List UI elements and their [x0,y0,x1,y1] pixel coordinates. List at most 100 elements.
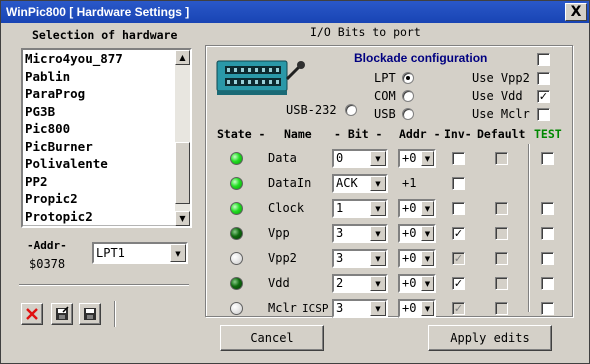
cancel-button[interactable]: Cancel [220,325,324,351]
inv-checkbox: ✓ [452,252,465,265]
bit-select[interactable]: 2 ▼ [332,274,388,293]
left-divider [19,284,189,286]
bit-select-value: 3 [336,251,344,265]
addr-select[interactable]: +0 ▼ [398,224,436,243]
addr-select-value: +0 [402,201,417,215]
chevron-down-icon[interactable]: ▼ [370,251,386,266]
bit-select[interactable]: 3 ▼ [332,299,388,318]
chevron-down-icon[interactable]: ▼ [370,151,386,166]
save-button[interactable] [79,303,101,325]
port-select[interactable]: LPT1 ▼ [92,242,188,264]
chevron-down-icon[interactable]: ▼ [421,301,434,316]
blockade-checkbox[interactable] [537,53,550,66]
hardware-selection-label: Selection of hardware [32,28,178,42]
hardware-list-item[interactable]: Propic2 [23,190,175,208]
chevron-down-icon[interactable]: ▼ [421,201,434,216]
default-checkbox [495,277,508,290]
inv-header: Inv- [444,127,472,141]
name-header: Name [284,127,312,141]
interface-radio-com[interactable] [402,90,414,102]
hardware-list-item[interactable]: Polivalente [23,155,175,173]
chevron-down-icon[interactable]: ▼ [370,301,386,316]
addr-select[interactable]: +0 ▼ [398,299,436,318]
bit-select[interactable]: 3 ▼ [332,249,388,268]
use-option-checkbox[interactable]: ✓ [537,90,550,103]
inv-checkbox[interactable] [452,202,465,215]
state-led-icon [230,202,243,215]
hardware-list-item[interactable]: ParaProg [23,85,175,103]
test-checkbox[interactable] [541,202,554,215]
addr-static-value: +1 [402,176,417,190]
test-checkbox[interactable] [541,227,554,240]
bit-select-value: 3 [336,226,344,240]
chevron-down-icon[interactable]: ▼ [421,226,434,241]
inv-checkbox[interactable]: ✓ [452,277,465,290]
use-option-checkbox[interactable] [537,72,550,85]
state-led-icon [230,302,243,315]
bit-select[interactable]: 1 ▼ [332,199,388,218]
addr-select[interactable]: +0 ▼ [398,249,436,268]
hardware-list-item[interactable]: PP2 [23,173,175,191]
addr-select[interactable]: +0 ▼ [398,274,436,293]
hardware-list-item[interactable]: Protopic2 [23,208,175,226]
pin-name: Vpp [268,226,290,240]
test-checkbox[interactable] [541,277,554,290]
state-led-icon [230,252,243,265]
use-option-label: Use Mclr [472,107,530,121]
hardware-settings-window: WinPic800 [ Hardware Settings ] X Select… [0,0,590,364]
test-checkbox[interactable] [541,152,554,165]
blockade-config-label: Blockade configuration [354,51,488,65]
hardware-list[interactable]: Micro4you_877 Pablin ParaProg PG3B Pic800 Pic… [21,48,192,228]
apply-edits-button[interactable]: Apply edits [428,325,552,351]
inv-checkbox[interactable] [452,152,465,165]
usb232-radio[interactable] [345,104,357,116]
bit-select[interactable]: 3 ▼ [332,224,388,243]
scroll-up-icon[interactable]: ▲ [175,50,190,65]
hardware-list-item[interactable]: TaitClassic [23,225,175,226]
close-button[interactable]: X [565,3,587,21]
addr-select[interactable]: +0 ▼ [398,149,436,168]
bit-select[interactable]: ACK ▼ [332,174,388,193]
addr-select[interactable]: +0 ▼ [398,199,436,218]
interface-label-com: COM [374,89,396,103]
hardware-list-item[interactable]: Pablin [23,68,175,86]
hardware-list-item[interactable]: Micro4you_877 [23,50,175,68]
scroll-down-icon[interactable]: ▼ [175,211,190,226]
test-checkbox[interactable] [541,302,554,315]
hardware-list-item[interactable]: Pic800 [23,120,175,138]
hardware-list-item[interactable]: PicBurner [23,138,175,156]
chevron-down-icon[interactable]: ▼ [370,226,386,241]
use-option-label: Use Vpp2 [472,71,530,85]
interface-radio-lpt[interactable] [402,72,414,84]
pin-name: Vdd [268,276,290,290]
bit-header: - Bit - [334,127,383,141]
hardware-list-item[interactable]: PG3B [23,103,175,121]
interface-radio-usb[interactable] [402,108,414,120]
chevron-down-icon[interactable]: ▼ [370,201,386,216]
test-checkbox[interactable] [541,252,554,265]
chevron-down-icon[interactable]: ▼ [421,276,434,291]
inv-checkbox[interactable]: ✓ [452,227,465,240]
chevron-down-icon[interactable]: ▼ [421,151,434,166]
chip-socket-image [213,55,305,101]
inv-checkbox[interactable] [452,177,465,190]
open-button[interactable] [51,303,73,325]
scroll-thumb[interactable] [175,142,190,204]
use-option-checkbox[interactable] [537,108,550,121]
pin-name: Mclr [268,301,297,315]
pin-name-suffix: ICSP [302,302,329,315]
hardware-list-scrollbar[interactable]: ▲ ▼ [175,50,190,226]
bit-select[interactable]: 0 ▼ [332,149,388,168]
bit-select-value: 1 [336,201,344,215]
save-icon [84,308,96,320]
chevron-down-icon[interactable]: ▼ [370,276,386,291]
chevron-down-icon[interactable]: ▼ [170,244,186,262]
default-checkbox [495,227,508,240]
delete-button[interactable] [21,303,43,325]
pin-name: DataIn [268,176,312,190]
addr-header: Addr - [399,127,441,141]
chevron-down-icon[interactable]: ▼ [370,176,386,191]
chevron-down-icon[interactable]: ▼ [421,251,434,266]
port-select-value: LPT1 [96,246,125,260]
state-led-icon [230,227,243,240]
